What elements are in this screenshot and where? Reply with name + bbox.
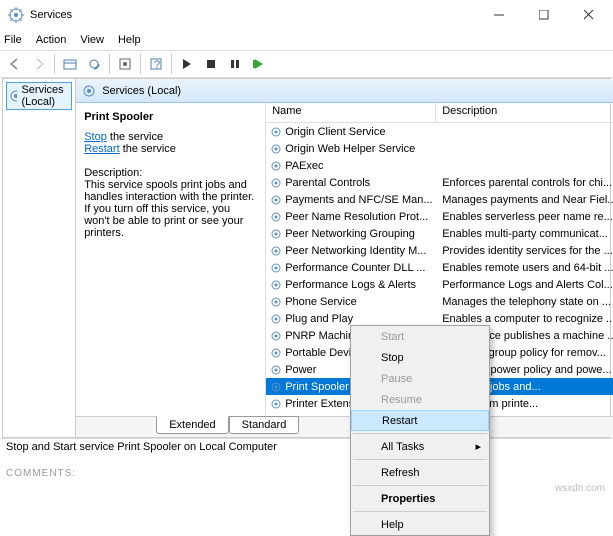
table-row[interactable]: Origin Web Helper ServiceRunning	[266, 140, 613, 157]
table-row[interactable]: Parental ControlsEnforces parental contr…	[266, 174, 613, 191]
statusbar: Stop and Start service Print Spooler on …	[0, 438, 613, 458]
toolbar: ?	[0, 50, 613, 78]
tab-extended[interactable]: Extended	[156, 416, 228, 434]
main-area: Services (Local) Services (Local) Print …	[2, 78, 611, 438]
restart-button[interactable]	[248, 53, 270, 75]
toolbar-icon-3[interactable]	[114, 53, 136, 75]
watermark: wsxdn.com	[555, 483, 605, 494]
pause-button[interactable]	[224, 53, 246, 75]
tab-standard[interactable]: Standard	[229, 416, 300, 434]
table-row[interactable]: Phone ServiceManages the telephony state…	[266, 293, 613, 310]
table-row[interactable]: PAExec	[266, 157, 613, 174]
menu-action[interactable]: Action	[36, 34, 67, 46]
svg-text:?: ?	[154, 59, 160, 71]
content-header: Services (Local)	[76, 79, 613, 103]
menu-file[interactable]: File	[4, 34, 22, 46]
table-row[interactable]: Peer Name Resolution Prot...Enables serv…	[266, 208, 613, 225]
nav-tree: Services (Local)	[3, 79, 76, 437]
list-header: Name Description Status	[266, 103, 613, 123]
app-icon	[8, 7, 24, 23]
detail-title: Print Spooler	[84, 111, 257, 123]
toolbar-icon-1[interactable]	[59, 53, 81, 75]
forward-button[interactable]	[28, 53, 50, 75]
ctx-pause: Pause	[351, 368, 489, 389]
ctx-help[interactable]: Help	[351, 514, 489, 535]
menu-help[interactable]: Help	[118, 34, 141, 46]
chevron-right-icon: ▸	[475, 440, 481, 453]
maximize-button[interactable]	[521, 1, 566, 29]
tree-node-label: Services (Local)	[21, 84, 69, 108]
content-pane: Services (Local) Print Spooler Stop the …	[76, 79, 613, 437]
ctx-all-tasks[interactable]: All Tasks▸	[351, 436, 489, 457]
context-menu: Start Stop Pause Resume Restart All Task…	[350, 325, 490, 536]
ctx-properties[interactable]: Properties	[351, 488, 489, 509]
back-button[interactable]	[4, 53, 26, 75]
description-text: This service spools print jobs and handl…	[84, 179, 257, 239]
col-description[interactable]: Description	[436, 103, 613, 122]
minimize-button[interactable]	[476, 1, 521, 29]
table-row[interactable]: Performance Counter DLL ...Enables remot…	[266, 259, 613, 276]
stop-link[interactable]: Stop	[84, 131, 107, 143]
table-row[interactable]: Peer Networking Identity M...Provides id…	[266, 242, 613, 259]
window-title: Services	[30, 9, 476, 21]
tree-node-services-local[interactable]: Services (Local)	[6, 82, 72, 110]
ctx-refresh[interactable]: Refresh	[351, 462, 489, 483]
help-button[interactable]: ?	[145, 53, 167, 75]
ctx-resume: Resume	[351, 389, 489, 410]
menu-view[interactable]: View	[80, 34, 104, 46]
stop-button[interactable]	[200, 53, 222, 75]
close-button[interactable]	[566, 1, 611, 29]
gear-icon	[82, 84, 96, 98]
table-row[interactable]: Performance Logs & AlertsPerformance Log…	[266, 276, 613, 293]
ctx-stop[interactable]: Stop	[351, 347, 489, 368]
start-button[interactable]	[176, 53, 198, 75]
titlebar: Services	[0, 0, 613, 30]
description-label: Description:	[84, 167, 257, 179]
view-tabs: Extended Standard	[76, 416, 613, 437]
toolbar-icon-2[interactable]	[83, 53, 105, 75]
comments-label: COMMENTS:	[0, 458, 613, 489]
table-row[interactable]: Payments and NFC/SE Man...Manages paymen…	[266, 191, 613, 208]
restart-link[interactable]: Restart	[84, 143, 119, 155]
table-row[interactable]: Peer Networking GroupingEnables multi-pa…	[266, 225, 613, 242]
ctx-restart[interactable]: Restart	[351, 410, 489, 431]
detail-pane: Print Spooler Stop the service Restart t…	[76, 103, 266, 416]
table-row[interactable]: Origin Client Service	[266, 123, 613, 140]
gear-icon	[9, 89, 17, 103]
col-name[interactable]: Name	[266, 103, 436, 122]
ctx-start: Start	[351, 326, 489, 347]
menubar: File Action View Help	[0, 30, 613, 50]
